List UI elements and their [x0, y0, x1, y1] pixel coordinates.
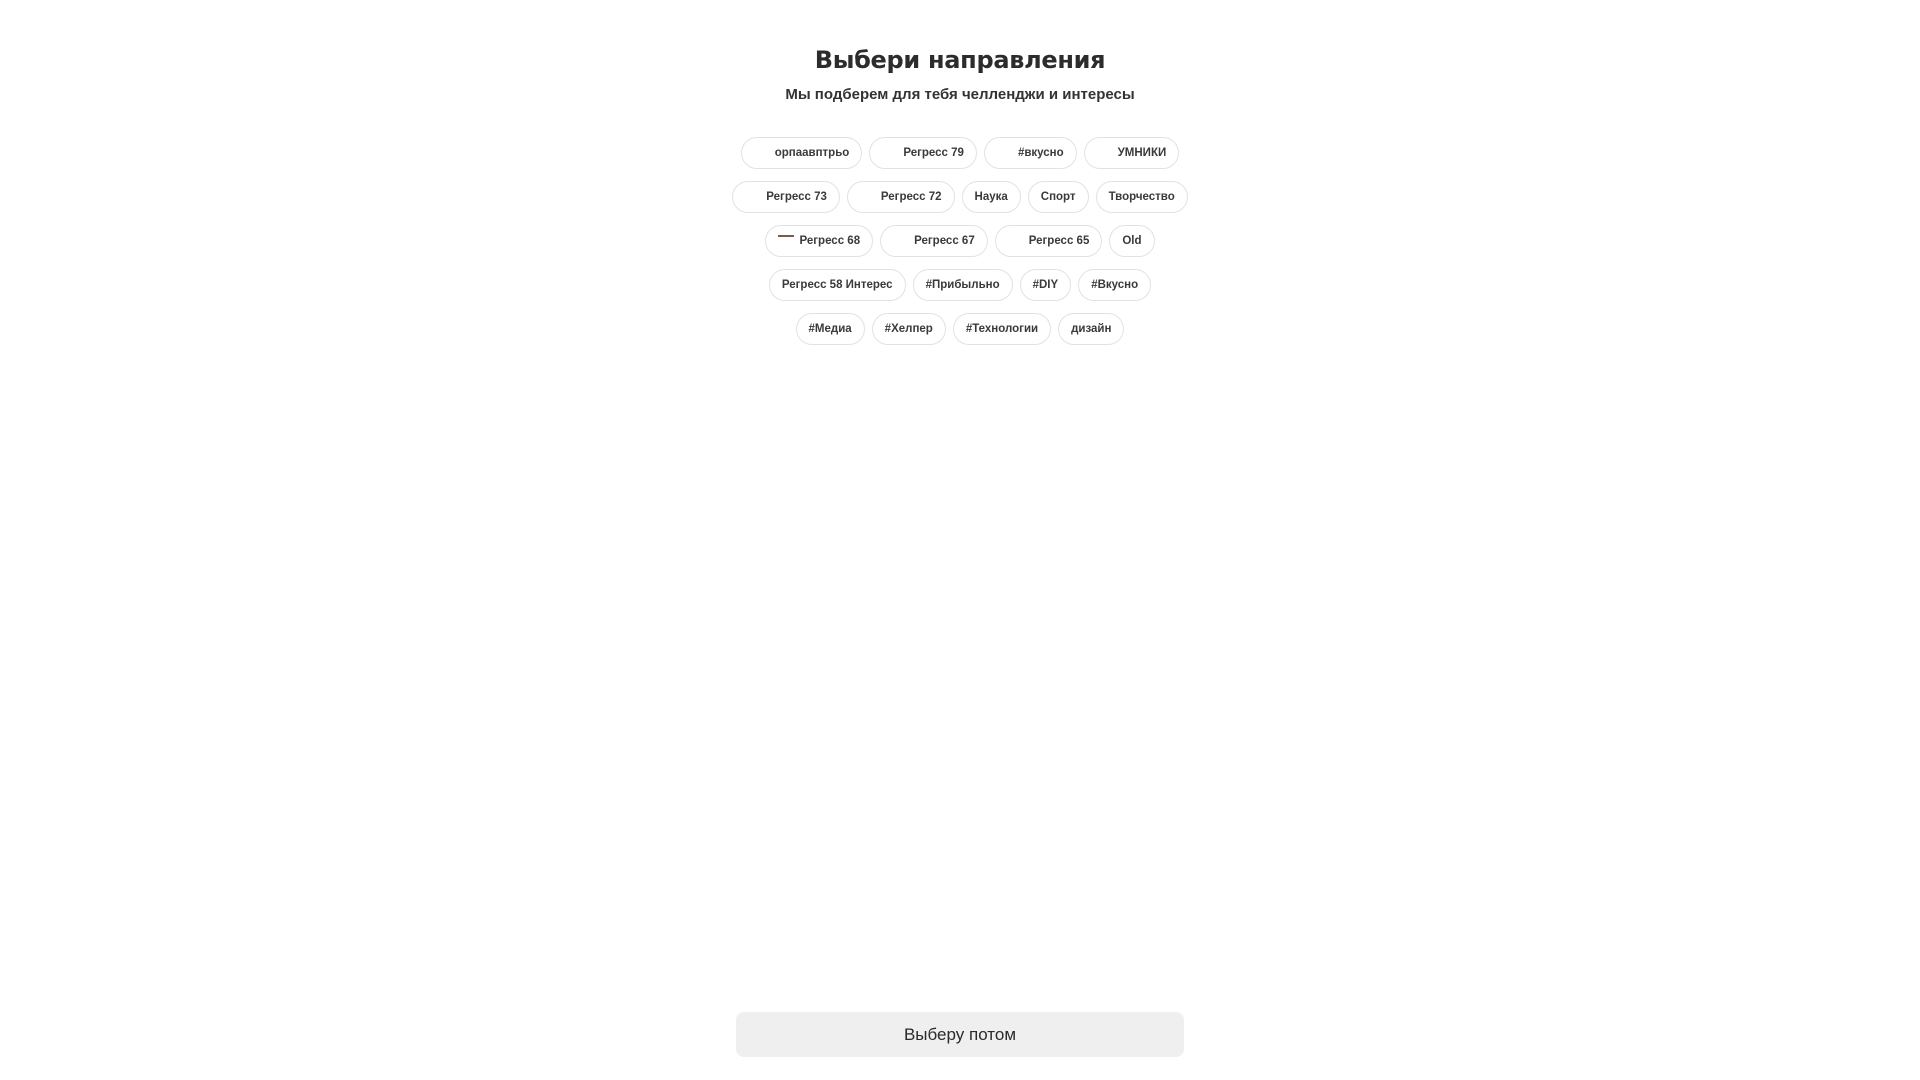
interest-chip[interactable]: Регресс 65	[994, 225, 1103, 257]
chip-label: #вкусно	[1017, 147, 1064, 159]
blank-image-icon	[882, 146, 900, 160]
interest-chip[interactable]: Регресс 67	[880, 225, 988, 257]
interest-chip[interactable]: #Технологии	[952, 313, 1052, 345]
chip-row: Регресс 73 Регресс 72 Наука Спорт Творче…	[732, 181, 1188, 214]
chip-label: #Вкусно	[1091, 279, 1139, 291]
interest-chip[interactable]: дизайн	[1058, 313, 1125, 345]
interest-chip-list: орпаавптрьо Регресс 79 #вкусно УМНИКИ Ре…	[732, 137, 1188, 357]
interest-chip[interactable]: Творчество	[1095, 181, 1188, 213]
interest-chip[interactable]: Наука	[961, 181, 1021, 213]
interest-chip[interactable]: Спорт	[1027, 181, 1089, 213]
chip-label: Регресс 58 Интерес	[781, 279, 893, 291]
blank-image-icon	[893, 234, 911, 248]
chip-label: Регресс 67	[914, 235, 975, 247]
interest-chip[interactable]: #Прибыльно	[912, 269, 1013, 301]
interest-chip[interactable]: #вкусно	[983, 137, 1077, 169]
blank-image-icon	[997, 146, 1015, 160]
blank-image-icon	[1008, 234, 1026, 248]
interest-chip[interactable]: Регресс 68	[765, 225, 874, 257]
chip-label: дизайн	[1071, 323, 1112, 335]
chip-row: Регресс 58 Интерес #Прибыльно #DIY #Вкус…	[735, 269, 1185, 302]
chip-label: Наука	[974, 191, 1008, 203]
header: Выбери направления Мы подберем для тебя …	[0, 44, 1920, 105]
interest-chip[interactable]: Регресс 73	[732, 181, 840, 213]
chip-row: орпаавптрьо Регресс 79 #вкусно УМНИКИ	[735, 137, 1185, 170]
page-subtitle: Мы подберем для тебя челленджи и интерес…	[785, 86, 1135, 103]
interest-chip[interactable]: Регресс 79	[869, 137, 977, 169]
chip-label: #Медиа	[808, 323, 852, 335]
interest-chip[interactable]: #Вкусно	[1078, 269, 1152, 301]
blank-image-icon	[860, 190, 878, 204]
chip-label: Творчество	[1108, 191, 1175, 203]
interest-chip[interactable]: орпаавптрьо	[740, 137, 863, 169]
chip-row: #Медиа #Хелпер #Технологии дизайн	[735, 313, 1185, 346]
chip-label: Регресс 65	[1028, 235, 1090, 247]
chip-label: #Технологии	[965, 323, 1039, 335]
blank-image-icon	[754, 146, 772, 160]
chip-label: #DIY	[1032, 279, 1059, 291]
thumbnail-image-icon	[778, 234, 796, 248]
interests-screen: Выбери направления Мы подберем для тебя …	[0, 0, 1920, 1080]
chip-label: Регресс 79	[903, 147, 964, 159]
chip-label: орпаавптрьо	[774, 147, 850, 159]
interest-chip[interactable]: Регресс 58 Интерес	[768, 269, 906, 301]
page-title: Выбери направления	[814, 46, 1106, 74]
blank-image-icon	[1097, 146, 1115, 160]
chip-label: #Прибыльно	[925, 279, 1000, 291]
chip-label: Регресс 72	[880, 191, 942, 203]
chip-label: УМНИКИ	[1117, 147, 1167, 159]
chip-label: Спорт	[1040, 191, 1076, 203]
interest-chip[interactable]: #Хелпер	[871, 313, 946, 345]
interest-chip[interactable]: УМНИКИ	[1083, 137, 1180, 169]
chip-label: Регресс 68	[799, 235, 861, 247]
chip-row: Регресс 68 Регресс 67 Регресс 65 Old	[735, 225, 1185, 258]
interest-chip[interactable]: #DIY	[1019, 269, 1072, 301]
chip-label: #Хелпер	[884, 323, 933, 335]
interest-chip[interactable]: Регресс 72	[846, 181, 955, 213]
interest-chip[interactable]: #Медиа	[795, 313, 865, 345]
blank-image-icon	[745, 190, 763, 204]
interest-chip[interactable]: Old	[1109, 225, 1155, 257]
chip-label: Регресс 73	[766, 191, 827, 203]
choose-later-button[interactable]: Выберу потом	[736, 1012, 1184, 1057]
chip-label: Old	[1122, 235, 1142, 247]
